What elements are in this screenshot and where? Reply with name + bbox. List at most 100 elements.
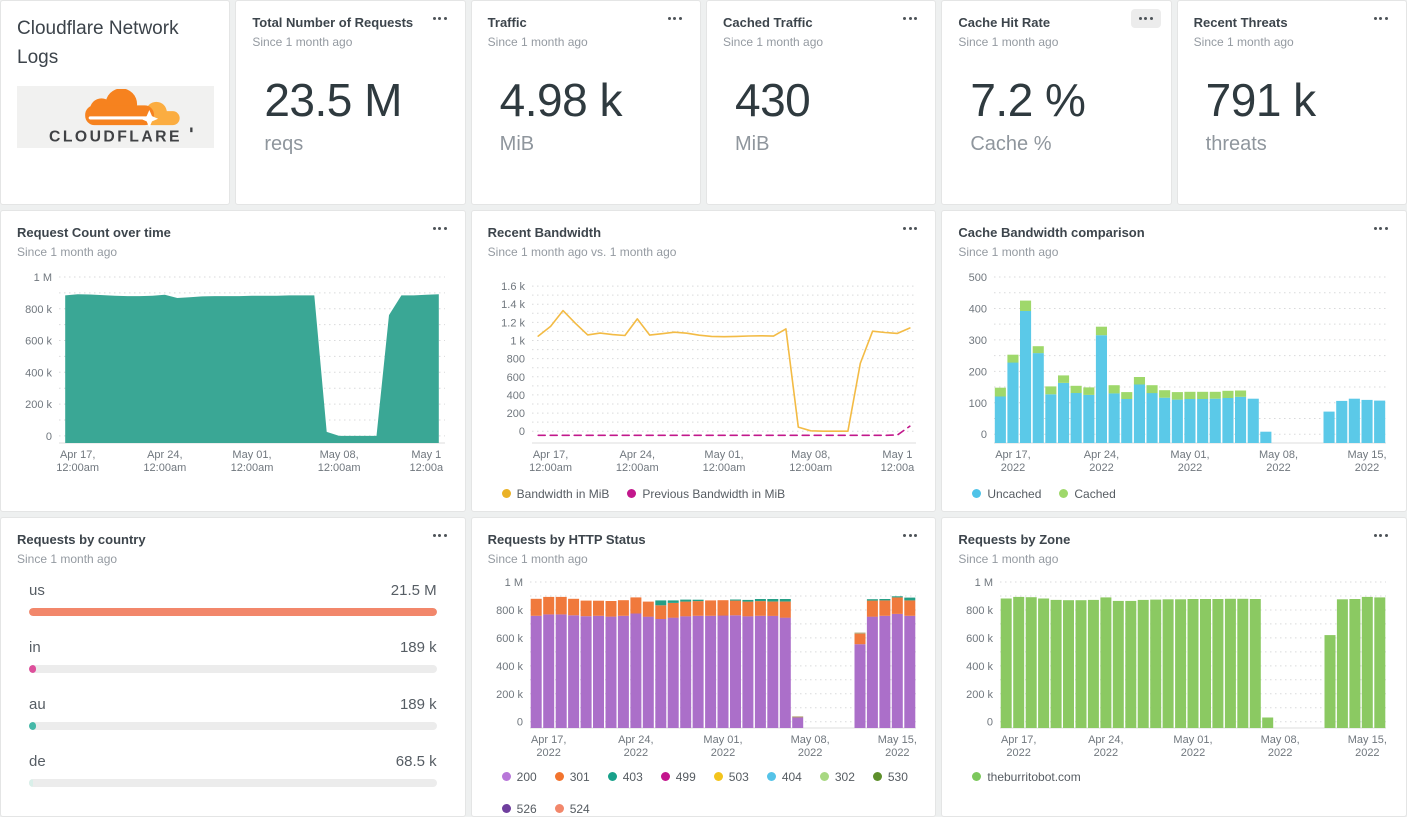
panel-requests-by-http-status: Requests by HTTP Status Since 1 month ag… bbox=[470, 517, 937, 817]
legend-item[interactable]: 404 bbox=[766, 769, 802, 784]
svg-text:12:00am: 12:00am bbox=[529, 462, 572, 474]
svg-text:100: 100 bbox=[969, 398, 987, 410]
panel-menu-button[interactable] bbox=[895, 219, 925, 238]
cloudflare-logo: CLOUDFLARE bbox=[17, 86, 214, 148]
legend-item[interactable]: 524 bbox=[554, 802, 590, 816]
legend-item[interactable]: Previous Bandwidth in MiB bbox=[627, 487, 785, 501]
stat-value: 23.5 M bbox=[264, 73, 402, 126]
svg-text:2022: 2022 bbox=[1181, 747, 1205, 759]
panel-menu-button[interactable] bbox=[1366, 9, 1396, 28]
svg-text:2022: 2022 bbox=[798, 747, 822, 759]
svg-text:Apr 24,: Apr 24, bbox=[1088, 734, 1123, 746]
stat-unit: MiB bbox=[499, 133, 535, 156]
panel-subtitle: Since 1 month ago bbox=[958, 551, 1059, 566]
legend-item[interactable]: 301 bbox=[554, 770, 590, 784]
panel-menu-button[interactable] bbox=[425, 9, 455, 28]
svg-text:2022: 2022 bbox=[1268, 747, 1292, 759]
legend-label: 404 bbox=[781, 769, 802, 784]
dashboard-title: Cloudflare Network Logs bbox=[17, 18, 179, 68]
svg-text:2022: 2022 bbox=[885, 747, 909, 759]
svg-text:1 k: 1 k bbox=[510, 335, 525, 347]
panel-subtitle: Since 1 month ago bbox=[958, 244, 1059, 259]
legend-item[interactable]: 503 bbox=[713, 770, 749, 784]
svg-text:May 15,: May 15, bbox=[1348, 449, 1387, 461]
legend-dot bbox=[819, 772, 829, 782]
svg-text:May 1: May 1 bbox=[882, 449, 912, 461]
recent-bandwidth-chart[interactable]: 02004006008001 k1.2 k1.4 k1.6 kApr 17,12… bbox=[488, 269, 921, 481]
panel-menu-button[interactable] bbox=[660, 9, 690, 28]
svg-text:500: 500 bbox=[969, 272, 987, 284]
legend-item[interactable]: Uncached bbox=[972, 487, 1041, 501]
gauge-row-us: us 21.5 M bbox=[29, 582, 437, 616]
legend-dot bbox=[872, 772, 882, 782]
zone-chart[interactable]: 0200 k400 k600 k800 k1 MApr 17,2022Apr 2… bbox=[958, 576, 1391, 764]
svg-text:600 k: 600 k bbox=[966, 633, 993, 645]
country-value: 21.5 M bbox=[390, 581, 437, 599]
chart-legend: 200 301 403 499 503 404 302 530 526 524 bbox=[501, 769, 920, 816]
legend-item[interactable]: 403 bbox=[607, 770, 643, 784]
svg-text:2022: 2022 bbox=[1090, 462, 1114, 474]
legend-dot bbox=[554, 804, 564, 814]
panel-title: Total Number of Requests bbox=[252, 15, 414, 30]
svg-text:Apr 24,: Apr 24, bbox=[619, 449, 654, 461]
stat-unit: reqs bbox=[264, 133, 304, 156]
panel-title: Requests by Zone bbox=[958, 532, 1071, 547]
legend-dot bbox=[766, 772, 776, 782]
legend-item[interactable]: 526 bbox=[501, 802, 537, 816]
panel-menu-button[interactable] bbox=[1130, 9, 1161, 28]
gauge-track bbox=[29, 607, 437, 616]
dashboard: Cloudflare Network Logs CLOUDFLARE Total… bbox=[0, 0, 1407, 817]
svg-text:May 01,: May 01, bbox=[1171, 449, 1210, 461]
panel-menu-button[interactable] bbox=[895, 526, 925, 545]
legend-dot bbox=[501, 489, 511, 499]
svg-text:1 M: 1 M bbox=[975, 577, 993, 589]
chart-legend: Uncached Cached bbox=[972, 487, 1390, 501]
svg-text:May 08,: May 08, bbox=[791, 449, 830, 461]
svg-text:1 M: 1 M bbox=[504, 577, 522, 589]
svg-text:2022: 2022 bbox=[1355, 747, 1379, 759]
svg-text:Apr 24,: Apr 24, bbox=[618, 734, 653, 746]
panel-traffic: Traffic Since 1 month ago 4.98 k MiB bbox=[470, 0, 701, 205]
legend-item[interactable]: Bandwidth in MiB bbox=[501, 487, 609, 501]
legend-dot bbox=[627, 489, 637, 499]
request-count-chart[interactable]: 0200 k400 k600 k800 k1 MApr 17,12:00amAp… bbox=[17, 269, 450, 481]
gauge-track bbox=[29, 664, 437, 673]
legend-item[interactable]: 499 bbox=[660, 770, 696, 784]
panel-cached-traffic: Cached Traffic Since 1 month ago 430 MiB bbox=[705, 0, 937, 205]
svg-text:800 k: 800 k bbox=[25, 304, 52, 316]
legend-item[interactable]: Cached bbox=[1059, 487, 1116, 501]
svg-text:May 08,: May 08, bbox=[1261, 734, 1300, 746]
svg-text:400 k: 400 k bbox=[25, 367, 52, 379]
gauge-bar bbox=[29, 721, 36, 730]
svg-text:Apr 17,: Apr 17, bbox=[533, 449, 568, 461]
stat-unit: threats bbox=[1205, 133, 1267, 156]
legend-dot bbox=[607, 772, 617, 782]
legend-item[interactable]: 530 bbox=[872, 770, 908, 784]
legend-item[interactable]: 200 bbox=[501, 770, 537, 784]
country-label: us bbox=[29, 581, 45, 599]
panel-request-count: Request Count over time Since 1 month ag… bbox=[0, 210, 466, 512]
legend-item[interactable]: theburritobot.com bbox=[972, 770, 1081, 784]
svg-text:12:00am: 12:00am bbox=[702, 462, 745, 474]
legend-item[interactable]: 302 bbox=[819, 770, 855, 784]
panel-menu-button[interactable] bbox=[425, 219, 455, 238]
svg-text:Apr 24,: Apr 24, bbox=[1084, 449, 1119, 461]
panel-menu-button[interactable] bbox=[1366, 219, 1396, 238]
svg-text:2022: 2022 bbox=[1001, 462, 1025, 474]
panel-menu-button[interactable] bbox=[425, 526, 455, 545]
panel-subtitle: Since 1 month ago bbox=[1193, 34, 1294, 49]
panel-menu-button[interactable] bbox=[895, 9, 925, 28]
svg-text:2022: 2022 bbox=[1355, 462, 1379, 474]
panel-title: Requests by country bbox=[17, 532, 146, 547]
svg-text:12:00am: 12:00am bbox=[318, 462, 361, 474]
svg-text:2022: 2022 bbox=[1007, 747, 1031, 759]
panel-menu-button[interactable] bbox=[1366, 526, 1396, 545]
gauge-row-de: de 68.5 k bbox=[29, 753, 437, 787]
http-status-chart[interactable]: 0200 k400 k600 k800 k1 MApr 17,2022Apr 2… bbox=[488, 576, 921, 764]
cache-bandwidth-chart[interactable]: 0100200300400500Apr 17,2022Apr 24,2022Ma… bbox=[958, 269, 1391, 481]
svg-text:2022: 2022 bbox=[623, 747, 647, 759]
legend-dot bbox=[1059, 489, 1069, 499]
panel-subtitle: Since 1 month ago bbox=[252, 34, 353, 49]
svg-text:May 08,: May 08, bbox=[320, 449, 359, 461]
svg-text:May 15,: May 15, bbox=[1348, 734, 1387, 746]
